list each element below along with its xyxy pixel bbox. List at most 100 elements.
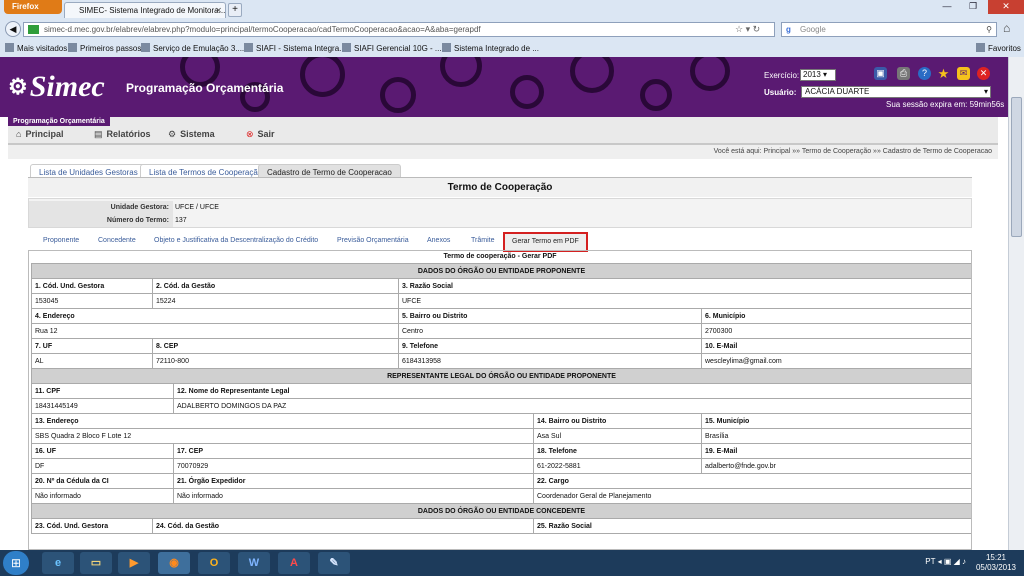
table-cell: 70070929 (173, 458, 534, 474)
word-icon[interactable]: W (238, 552, 270, 574)
table-label: 13. Endereço (31, 413, 534, 429)
table-cell: 6184313958 (398, 353, 702, 369)
bookmark-emulacao[interactable]: Serviço de Emulação 3.... (141, 40, 244, 57)
system-clock[interactable]: 15:21 05/03/2013 (976, 553, 1016, 573)
decorative-swirl (570, 57, 614, 93)
menu-item-relatorios[interactable]: ▤ Relatórios (94, 129, 151, 140)
table-label: 18. Telefone (533, 443, 702, 459)
home-icon[interactable]: ⌂ (1003, 22, 1010, 35)
table-label: 14. Bairro ou Distrito (533, 413, 702, 429)
mail-icon[interactable]: ✉ (957, 67, 970, 80)
acrobat-icon[interactable]: A (278, 552, 310, 574)
tab-concedente[interactable]: Concedente (98, 234, 136, 248)
search-icon[interactable]: ⚲ (986, 23, 992, 36)
decorative-swirl (510, 75, 544, 109)
chart-icon: ▤ (94, 129, 103, 139)
table-cell: UFCE (398, 293, 971, 309)
help-icon[interactable]: ? (918, 67, 931, 80)
address-bar[interactable]: simec-d.mec.gov.br/elabrev/elabrev.php?m… (23, 22, 775, 37)
bookmark-icon (442, 43, 451, 52)
usuario-select[interactable]: ACÁCIA DUARTE ▾ (801, 86, 991, 98)
table-cell: Não informado (173, 488, 534, 504)
bookmark-sistema-integrado[interactable]: Sistema Integrado de ... (442, 40, 539, 57)
num-label: Número do Termo: (29, 214, 173, 227)
close-icon[interactable]: ✕ (977, 67, 990, 80)
tab-gerar-pdf[interactable]: Gerar Termo em PDF (503, 232, 588, 252)
bookmark-icon (342, 43, 351, 52)
app-header: ⚙Simec Programação Orçamentária Exercíci… (0, 57, 1024, 117)
browser-tab[interactable]: SIMEC- Sistema Integrado de Monitora... ✕ (64, 2, 226, 18)
star-icon[interactable]: ★ (937, 67, 950, 80)
usuario-label: Usuário: (764, 88, 797, 97)
bookmark-icon (68, 43, 77, 52)
table-cell: Asa Sul (533, 428, 702, 444)
section-header: DADOS DO ÓRGÃO OU ENTIDADE CONCEDENTE (31, 503, 971, 519)
num-value: 137 (175, 217, 187, 224)
outlook-icon[interactable]: O (198, 552, 230, 574)
page-title: Termo de Cooperação (28, 177, 972, 197)
table-label: 4. Endereço (31, 308, 399, 324)
table-cell: adalberto@fnde.gov.br (701, 458, 971, 474)
exercicio-label: Exercício: (764, 71, 800, 80)
table-label: 23. Cód. Und. Gestora (31, 518, 153, 534)
ie-icon[interactable]: e (42, 552, 74, 574)
ug-label: Unidade Gestora: (29, 201, 173, 214)
firefox-menu-button[interactable]: Firefox (4, 0, 62, 14)
decorative-swirl (380, 77, 416, 113)
tab-anexos[interactable]: Anexos (427, 234, 450, 248)
tab-objeto-justificativa[interactable]: Objeto e Justificativa da Descentralizaç… (154, 234, 318, 248)
table-cell: 72110-800 (152, 353, 399, 369)
tab-proponente[interactable]: Proponente (43, 234, 79, 248)
table-label: 17. CEP (173, 443, 534, 459)
table-cell: 18431445149 (31, 398, 174, 414)
section-header: REPRESENTANTE LEGAL DO ÓRGÃO OU ENTIDADE… (31, 368, 971, 384)
search-box[interactable]: g Google ⚲ (781, 22, 997, 37)
home-icon: ⌂ (16, 129, 22, 139)
tab-tramite[interactable]: Trâmite (471, 234, 494, 248)
gear-icon: ⚙ (168, 129, 177, 139)
maximize-button[interactable]: ❐ (960, 0, 986, 14)
minimize-button[interactable]: — (934, 0, 960, 14)
page-scrollbar[interactable] (1008, 57, 1024, 550)
data-table: DADOS DO ÓRGÃO OU ENTIDADE PROPONENTE 1.… (31, 263, 971, 534)
table-cell: Centro (398, 323, 702, 339)
site-favicon-icon (28, 25, 39, 34)
close-tab-icon[interactable]: ✕ (215, 3, 222, 18)
language-indicator[interactable]: PT ◂ ▣ ◢ ♪ (925, 557, 966, 566)
close-window-button[interactable]: ✕ (988, 0, 1024, 14)
monitor-icon[interactable]: ▣ (874, 67, 887, 80)
bookmark-star-icon[interactable]: ☆ ▾ ↻ (735, 22, 760, 36)
tab-title: SIMEC- Sistema Integrado de Monitora... (79, 6, 226, 15)
new-tab-button[interactable]: + (228, 3, 242, 17)
exercicio-select[interactable]: 2013 ▾ (800, 69, 836, 81)
table-label: 11. CPF (31, 383, 174, 399)
table-label: 19. E-Mail (701, 443, 971, 459)
folder-icon[interactable]: ▭ (80, 552, 112, 574)
decorative-swirl (440, 57, 482, 87)
firefox-icon[interactable]: ◉ (158, 552, 190, 574)
table-cell: 15224 (152, 293, 399, 309)
back-arrow-icon[interactable]: ◀ (5, 21, 21, 37)
menu-item-sistema[interactable]: ⚙ Sistema (168, 129, 215, 140)
bookmark-siafi-gerencial[interactable]: SIAFI Gerencial 10G - ... (342, 40, 442, 57)
printer-icon[interactable]: ⎙ (897, 67, 910, 80)
windows-start-icon[interactable]: ⊞ (3, 551, 29, 575)
table-cell: ADALBERTO DOMINGOS DA PAZ (173, 398, 971, 414)
menu-item-sair[interactable]: ⊗ Sair (246, 129, 275, 140)
app-title: Programação Orçamentária (126, 81, 284, 95)
table-cell: 153045 (31, 293, 153, 309)
session-timer: Sua sessão expira em: 59min56s (886, 100, 1005, 109)
bookmark-primeiros-passos[interactable]: Primeiros passos (68, 40, 141, 57)
tab-previsao[interactable]: Previsão Orçamentária (337, 234, 409, 248)
table-label: 2. Cód. da Gestão (152, 278, 399, 294)
menu-item-principal[interactable]: ⌂ Principal (16, 129, 63, 139)
breadcrumb: Você está aqui: Principal »» Termo de Co… (8, 145, 998, 159)
bookmark-mais-visitados[interactable]: Mais visitados (5, 40, 67, 57)
tool-icon[interactable]: ✎ (318, 552, 350, 574)
table-label: 21. Órgão Expedidor (173, 473, 534, 489)
media-player-icon[interactable]: ▶ (118, 552, 150, 574)
navigation-bar: ◀ simec-d.mec.gov.br/elabrev/elabrev.php… (0, 19, 1024, 39)
bookmark-siafi[interactable]: SIAFI - Sistema Integra... (244, 40, 346, 57)
scrollbar-thumb[interactable] (1011, 97, 1022, 237)
favoritos-button[interactable]: Favoritos (976, 40, 1021, 57)
